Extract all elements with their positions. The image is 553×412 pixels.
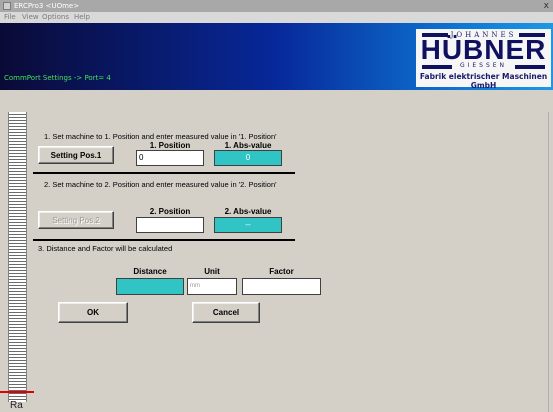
separator-2 [33, 239, 295, 241]
abs-value2-display: -- [214, 217, 282, 233]
company-logo: JOHANNES HÜBNER GIESSEN Fabrik elektrisc… [416, 29, 551, 90]
separator-1 [33, 172, 295, 174]
unit-field[interactable]: mm [187, 278, 237, 295]
factor-display [242, 278, 321, 295]
position1-label: 1. Position [149, 141, 191, 150]
menu-file[interactable]: File [4, 12, 16, 23]
distance-display [116, 278, 184, 295]
comm-port-caption: CommPort Settings -> Port= 4 [4, 74, 111, 82]
unit-label: Unit [204, 267, 220, 276]
header-banner: CommPort Settings -> Port= 4 JOHANNES HÜ… [0, 23, 553, 90]
abs-value1-label: 1. Abs-value [224, 141, 272, 150]
setting-pos1-button[interactable]: Setting Pos.1 [38, 146, 114, 164]
logo-tagline: Fabrik elektrischer Maschinen GmbH [419, 72, 548, 90]
title-bar: ERCPro3 <UOme> x [0, 0, 553, 12]
setting-pos2-button[interactable]: Setting Pos.2 [38, 211, 114, 229]
abs-value1-display: 0 [214, 150, 282, 166]
position2-label: 2. Position [149, 207, 191, 216]
step3-instruction: 3. Distance and Factor will be calculate… [38, 244, 173, 253]
app-icon [3, 2, 11, 10]
step1-instruction: 1. Set machine to 1. Position and enter … [44, 132, 277, 141]
abs-value2-label: 2. Abs-value [224, 207, 272, 216]
ok-button[interactable]: OK [58, 302, 128, 323]
logo-city: GIESSEN [459, 62, 508, 69]
position2-input[interactable] [136, 217, 204, 233]
menu-bar: File View Options Help [0, 12, 553, 23]
window-title: ERCPro3 <UOme> [14, 2, 80, 10]
position1-input[interactable]: 0 [136, 150, 204, 166]
position-marker [0, 391, 34, 393]
menu-view[interactable]: View [22, 12, 39, 23]
step2-instruction: 2. Set machine to 2. Position and enter … [44, 180, 277, 189]
status-text: Ra [10, 400, 23, 411]
panel-border [548, 112, 549, 412]
distance-label: Distance [133, 267, 167, 276]
menu-help[interactable]: Help [74, 12, 90, 23]
close-button[interactable]: x [544, 0, 549, 12]
position-scale [8, 112, 27, 402]
cancel-button[interactable]: Cancel [192, 302, 260, 323]
factor-label: Factor [269, 267, 294, 276]
menu-options[interactable]: Options [42, 12, 69, 23]
